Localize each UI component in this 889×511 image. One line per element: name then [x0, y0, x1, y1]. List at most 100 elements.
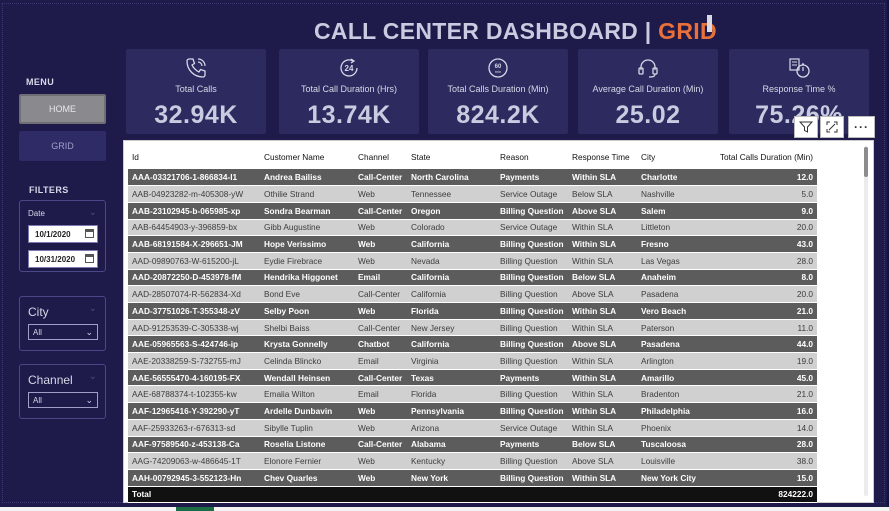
table-cell: AAD-37751026-T-355348-zV	[128, 302, 260, 320]
table-cell: Bradenton	[637, 385, 705, 404]
table-cell: New Jersey	[407, 319, 496, 337]
focus-mode-icon[interactable]	[820, 116, 844, 138]
table-row[interactable]: AAG-74209063-w-486645-1T Elonore Fernier W…	[128, 452, 817, 470]
filter-icon[interactable]	[794, 116, 818, 138]
calendar-icon[interactable]	[85, 254, 94, 263]
table-cell: 28.0	[705, 436, 817, 454]
chevron-down-icon[interactable]: ⌄	[89, 303, 97, 314]
table-cell: Within SLA	[568, 385, 637, 404]
table-row[interactable]: AAB-68191584-X-296651-JM Hope Verissimo We…	[128, 235, 817, 253]
table-cell: Call-Center	[354, 319, 407, 337]
chevron-down-icon: ⌄	[85, 395, 93, 405]
filters-label: FILTERS	[29, 185, 69, 195]
table-cell: Call-Center	[354, 436, 407, 454]
channel-dropdown[interactable]: All ⌄	[28, 392, 98, 408]
chevron-down-icon[interactable]: ⌄	[89, 207, 97, 218]
table-cell: Phoenix	[637, 419, 705, 437]
table-cell: 38.0	[705, 452, 817, 470]
column-header[interactable]: City	[637, 145, 705, 169]
scrollbar-thumb[interactable]	[864, 147, 868, 177]
kpi-label: Total Call Duration (Hrs)	[300, 84, 398, 94]
more-options-button[interactable]: ···	[848, 116, 875, 138]
column-header[interactable]: Reason	[496, 145, 568, 169]
home-button[interactable]: HOME	[19, 94, 106, 124]
table-cell: Billing Question	[496, 235, 568, 253]
page-title-main: CALL CENTER DASHBOARD |	[314, 18, 659, 44]
table-cell: Within SLA	[568, 235, 637, 253]
column-header[interactable]: State	[407, 145, 496, 169]
table-row[interactable]: AAF-25933263-r-676313-sd Sibylle Tuplin We…	[128, 419, 817, 437]
table-cell: Tuscaloosa	[637, 436, 705, 454]
start-date-value: 10/1/2020	[35, 229, 71, 239]
table-cell: Web	[354, 419, 407, 437]
column-header[interactable]: Total Calls Duration (Min)	[705, 145, 817, 169]
table-cell: Payments	[496, 436, 568, 454]
table-cell: Nevada	[407, 252, 496, 270]
table-row[interactable]: AAF-12965416-Y-392290-yT Ardelle Dunbavin…	[128, 402, 817, 420]
kpi-label: Response Time %	[762, 84, 836, 94]
table-cell: Chev Quarles	[260, 469, 354, 487]
table-row[interactable]: AAF-97589540-z-453138-Ca Roselia Listone C…	[128, 436, 817, 454]
chevron-down-icon[interactable]: ⌄	[89, 371, 97, 382]
table-cell: Billing Question	[496, 319, 568, 337]
column-header[interactable]: Response Time	[568, 145, 637, 169]
table-cell: Billing Question	[496, 469, 568, 487]
table-cell: Billing Question	[496, 252, 568, 270]
table-cell: Web	[354, 219, 407, 237]
kpi-label: Total Calls	[175, 84, 217, 94]
table-cell: Roselia Listone	[260, 436, 354, 454]
table-cell: Web	[354, 302, 407, 320]
table-row[interactable]: AAE-05965563-S-424746-ip Krysta Gonnelly C…	[128, 335, 817, 354]
table-row[interactable]: AAD-20872250-D-453978-fM Hendrika Higgone…	[128, 269, 817, 287]
table-cell: 5.0	[705, 185, 817, 203]
calendar-icon[interactable]	[85, 229, 94, 238]
table-cell: Below SLA	[568, 269, 637, 287]
table-cell: 9.0	[705, 202, 817, 220]
table-cell: Billing Question	[496, 385, 568, 404]
table-cell: Paterson	[637, 319, 705, 337]
table-cell: 16.0	[705, 402, 817, 420]
column-header[interactable]: Id	[128, 145, 260, 169]
table-row[interactable]: AAE-20338259-S-732755-mJ Celinda Blincko E…	[128, 352, 817, 370]
city-dropdown[interactable]: All ⌄	[28, 324, 98, 340]
table-row[interactable]: AAB-23102945-b-065985-xp Sondra Bearman Ca…	[128, 202, 817, 220]
stopwatch-checklist-icon	[789, 58, 810, 78]
table-cell: Arlington	[637, 352, 705, 370]
table-cell: Andrea Bailiss	[260, 169, 354, 187]
table-cell: Within SLA	[568, 369, 637, 387]
table-row[interactable]: AAD-37751026-T-355348-zV Selby Poon Web Flo…	[128, 302, 817, 320]
table-cell: Email	[354, 269, 407, 287]
table-cell: Above SLA	[568, 202, 637, 220]
table-row[interactable]: AAD-28507074-R-562834-Xd Bond Eve Call-Cen…	[128, 285, 817, 303]
grid-button[interactable]: GRID	[19, 131, 106, 161]
table-row[interactable]: AAE-56555470-4-160195-FX Wendall Heinsen C…	[128, 369, 817, 387]
table-row[interactable]: AAB-64454903-y-396859-bx Gibb Augustine We…	[128, 219, 817, 237]
column-header[interactable]: Channel	[354, 145, 407, 169]
table-row[interactable]: AAD-91253539-C-305338-wj Shelbi Baiss Call…	[128, 319, 817, 337]
table-cell: Within SLA	[568, 169, 637, 187]
headset-icon	[638, 59, 658, 78]
table-cell: AAB-68191584-X-296651-JM	[128, 235, 260, 253]
vertical-scrollbar[interactable]	[864, 146, 868, 496]
table-cell: Above SLA	[568, 285, 637, 303]
total-value: 824222.0	[705, 486, 817, 503]
table-cell: Within SLA	[568, 469, 637, 487]
start-date-input[interactable]: 10/1/2020	[28, 225, 98, 243]
end-date-input[interactable]: 10/31/2020	[28, 250, 98, 268]
table-row[interactable]: AAH-00792945-3-552123-Hn Chev Quarles Web N…	[128, 469, 817, 487]
table-cell: Hendrika Higgonet	[260, 269, 354, 287]
table-row[interactable]: AAA-03321706-1-866834-I1 Andrea Bailiss Ca…	[128, 169, 817, 187]
table-row[interactable]: AAB-04923282-m-405308-yW Othilie Strand We…	[128, 185, 817, 203]
table-cell: AAD-20872250-D-453978-fM	[128, 269, 260, 287]
total-label: Total	[128, 486, 260, 503]
table-cell: AAD-09890763-W-615200-jL	[128, 252, 260, 270]
table-row[interactable]: AAD-09890763-W-615200-jL Eydie Firebrace W…	[128, 252, 817, 270]
table-cell: Within SLA	[568, 402, 637, 420]
table-cell: 21.0	[705, 302, 817, 320]
60-minute-timer-icon: 60 min	[488, 58, 508, 78]
table-cell: Celinda Blincko	[260, 352, 354, 370]
column-header[interactable]: Customer Name	[260, 145, 354, 169]
table-row[interactable]: AAE-68788374-t-102355-kw Emalia Wilton Ema…	[128, 385, 817, 404]
table-cell: Web	[354, 402, 407, 420]
table-cell: Payments	[496, 369, 568, 387]
